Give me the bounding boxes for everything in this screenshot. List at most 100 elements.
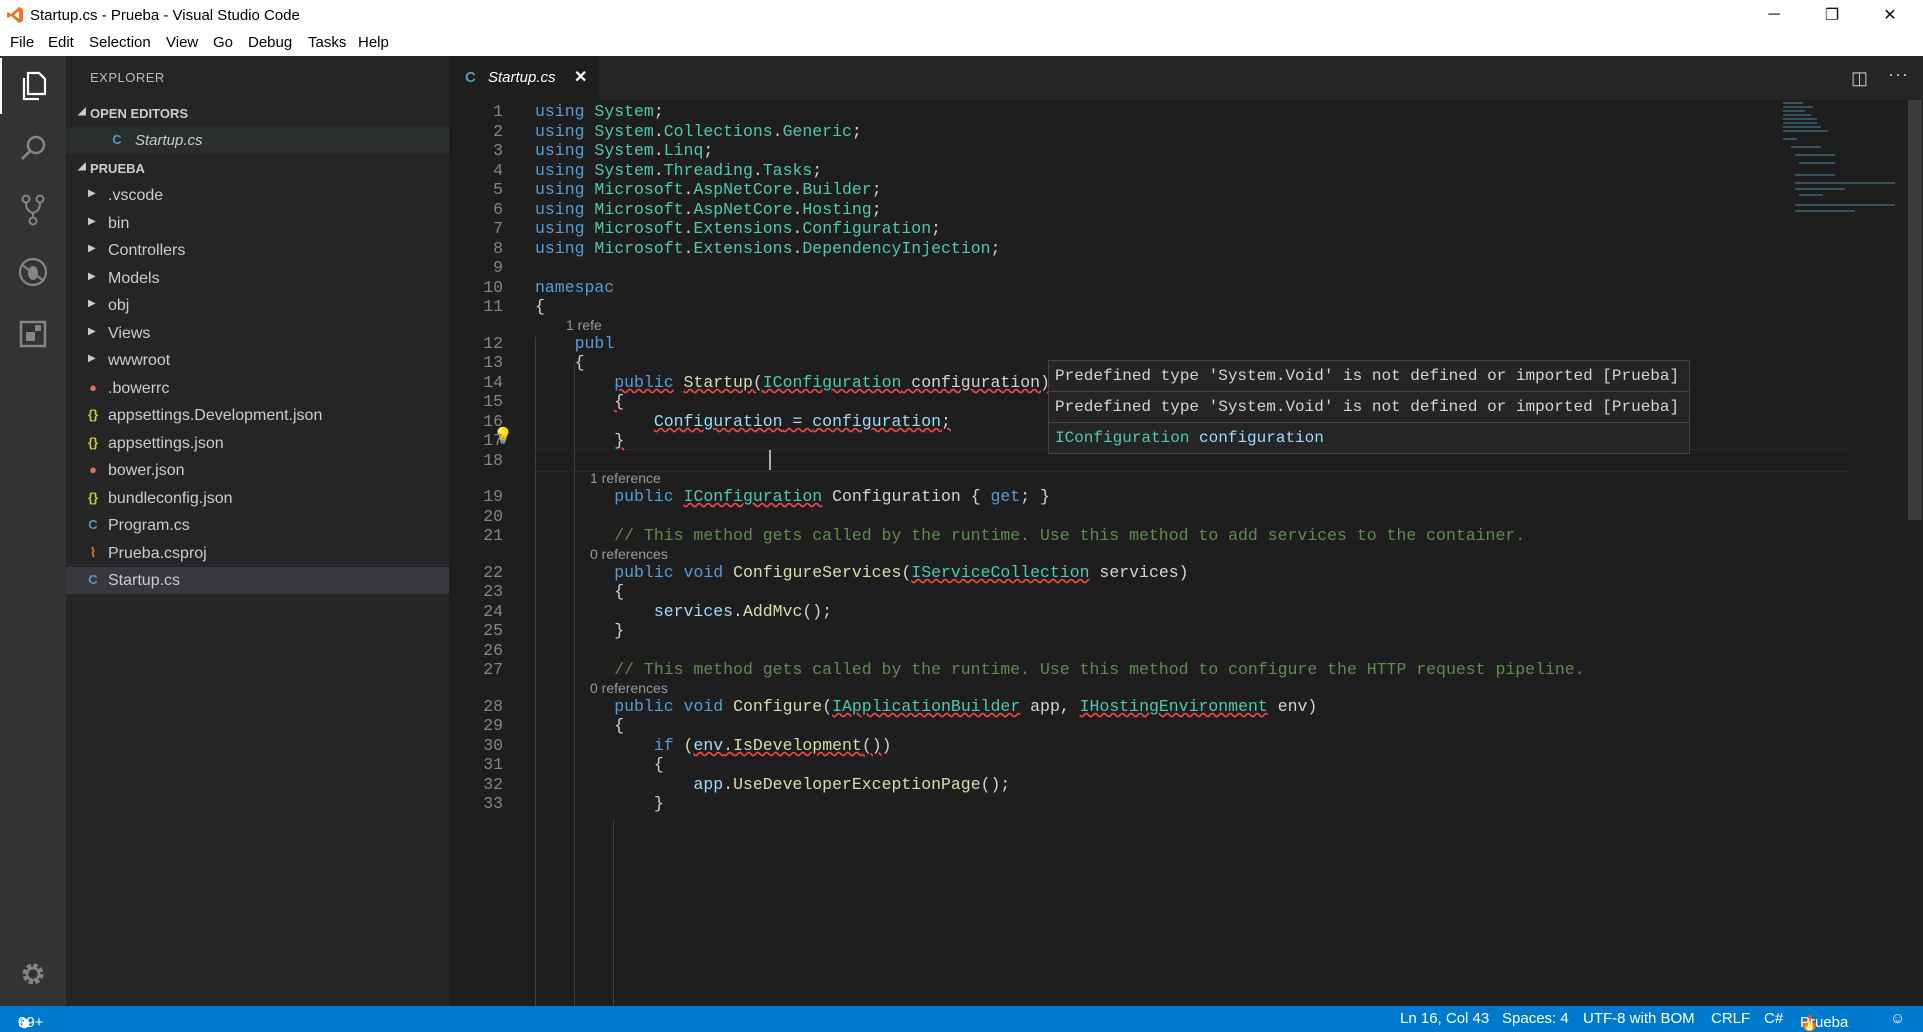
menu-tasks[interactable]: Tasks bbox=[308, 34, 346, 51]
line-number: 22 bbox=[483, 563, 503, 582]
tab-startup-cs[interactable]: C Startup.cs ✕ bbox=[449, 56, 599, 100]
line-number: 17 bbox=[483, 431, 503, 450]
file-name: appsettings.json bbox=[108, 435, 224, 452]
line-number: 1 bbox=[493, 102, 503, 121]
file-item[interactable]: C Program.cs bbox=[66, 512, 449, 539]
menu-selection[interactable]: Selection bbox=[89, 34, 151, 51]
debug-activity-button[interactable] bbox=[0, 244, 66, 300]
folder-item[interactable]: ▶ wwwroot bbox=[66, 347, 449, 374]
window-title: Startup.cs - Prueba - Visual Studio Code bbox=[30, 7, 300, 24]
line-number: 6 bbox=[493, 200, 503, 219]
split-editor-icon[interactable]: ◫ bbox=[1851, 68, 1868, 89]
codelens-references[interactable]: 0 references bbox=[590, 680, 668, 696]
code-line: { bbox=[535, 353, 585, 372]
folder-item[interactable]: ▶ Views bbox=[66, 320, 449, 347]
code-line: if (env.IsDevelopment()) bbox=[653, 736, 892, 755]
folder-item[interactable]: ▶ .vscode bbox=[66, 182, 449, 209]
editor-area: C Startup.cs ✕ ◫ ··· 💡 1 using System; 2 us… bbox=[449, 56, 1923, 1006]
open-editor-name: Startup.cs bbox=[135, 132, 203, 149]
hover-tooltip: Predefined type 'System.Void' is not def… bbox=[1048, 360, 1690, 454]
line-number: 27 bbox=[483, 660, 503, 679]
open-editor-item[interactable]: C Startup.cs bbox=[66, 127, 449, 154]
manage-activity-button[interactable] bbox=[0, 946, 66, 1002]
code-line: Configuration = configuration; bbox=[653, 412, 951, 431]
file-item[interactable]: {} appsettings.Development.json bbox=[66, 402, 449, 429]
folder-item[interactable]: ▶ Models bbox=[66, 265, 449, 292]
menu-edit[interactable]: Edit bbox=[48, 34, 74, 51]
bower-icon: ● bbox=[89, 462, 97, 477]
menu-view[interactable]: View bbox=[166, 34, 198, 51]
folder-name: bin bbox=[108, 215, 130, 232]
feedback-smiley-icon[interactable]: ☺ bbox=[1890, 1010, 1905, 1027]
file-item[interactable]: ● .bowerrc bbox=[66, 375, 449, 402]
eol-setting[interactable]: CRLF bbox=[1711, 1010, 1750, 1027]
language-mode[interactable]: C# bbox=[1764, 1010, 1783, 1027]
line-number: 8 bbox=[493, 239, 503, 258]
line-number: 3 bbox=[493, 141, 503, 160]
open-editors-section[interactable]: ◢ OPEN EDITORS bbox=[66, 100, 449, 126]
folder-item[interactable]: ▶ obj bbox=[66, 292, 449, 319]
line-number: 26 bbox=[483, 641, 503, 660]
open-editors-label: OPEN EDITORS bbox=[90, 106, 189, 121]
folder-name: wwwroot bbox=[108, 352, 171, 369]
menu-go[interactable]: Go bbox=[213, 34, 233, 51]
vertical-scrollbar[interactable] bbox=[1908, 100, 1922, 520]
menu-debug[interactable]: Debug bbox=[248, 34, 292, 51]
code-line: services.AddMvc(); bbox=[653, 602, 833, 621]
menu-file[interactable]: File bbox=[10, 34, 34, 51]
codelens-references[interactable]: 0 references bbox=[590, 546, 668, 562]
restore-button[interactable]: ❐ bbox=[1803, 0, 1861, 30]
source-control-activity-button[interactable] bbox=[0, 182, 66, 238]
search-activity-button[interactable] bbox=[0, 120, 66, 176]
close-window-button[interactable]: ✕ bbox=[1861, 0, 1919, 30]
file-item[interactable]: ● bower.json bbox=[66, 457, 449, 484]
explorer-activity-button[interactable] bbox=[0, 58, 66, 114]
line-number: 12 bbox=[483, 334, 503, 353]
codelens-references[interactable]: 1 refe bbox=[566, 317, 602, 333]
indentation-setting[interactable]: Spaces: 4 bbox=[1502, 1010, 1569, 1027]
codelens-references[interactable]: 1 reference bbox=[590, 470, 661, 486]
collapse-triangle-icon: ◢ bbox=[78, 106, 86, 117]
code-line: public void Configure(IApplicationBuilde… bbox=[614, 697, 1318, 716]
status-bar: ⊗ 99+ ▲ 0 Ln 16, Col 43 Spaces: 4 UTF-8 … bbox=[0, 1006, 1923, 1032]
encoding-setting[interactable]: UTF-8 with BOM bbox=[1583, 1010, 1695, 1027]
folder-item[interactable]: ▶ Controllers bbox=[66, 237, 449, 264]
file-item[interactable]: {} appsettings.json bbox=[66, 430, 449, 457]
more-actions-icon[interactable]: ··· bbox=[1888, 64, 1909, 85]
cursor-position[interactable]: Ln 16, Col 43 bbox=[1400, 1010, 1489, 1027]
menu-help[interactable]: Help bbox=[358, 34, 389, 51]
hover-signature: IConfiguration configuration bbox=[1049, 423, 1689, 453]
json-icon: {} bbox=[87, 490, 99, 505]
line-number: 31 bbox=[483, 755, 503, 774]
code-line: } bbox=[614, 431, 625, 450]
minimap-render bbox=[1783, 102, 1895, 212]
text-cursor bbox=[769, 450, 771, 470]
minimize-button[interactable]: ─ bbox=[1745, 0, 1803, 30]
code-line: publ bbox=[574, 334, 615, 353]
code-line: } bbox=[535, 621, 625, 640]
line-number: 24 bbox=[483, 602, 503, 621]
line-number: 30 bbox=[483, 736, 503, 755]
code-line: using Microsoft.AspNetCore.Hosting; bbox=[535, 200, 882, 219]
code-line: using Microsoft.AspNetCore.Builder; bbox=[535, 180, 882, 199]
folder-name: Models bbox=[108, 270, 160, 287]
file-item[interactable]: {} bundleconfig.json bbox=[66, 485, 449, 512]
file-item[interactable]: C Startup.cs bbox=[66, 567, 449, 594]
code-view[interactable]: 💡 1 using System; 2 using System.Collection… bbox=[449, 100, 1923, 1006]
folder-name: .vscode bbox=[108, 187, 164, 204]
collapse-triangle-icon: ◢ bbox=[78, 161, 86, 172]
code-line: { bbox=[535, 297, 545, 316]
folder-item[interactable]: ▶ bin bbox=[66, 210, 449, 237]
code-line: using System; bbox=[535, 102, 664, 121]
code-line: // This method gets called by the runtim… bbox=[614, 660, 1585, 679]
close-tab-icon[interactable]: ✕ bbox=[574, 67, 587, 87]
extensions-activity-button[interactable] bbox=[0, 306, 66, 362]
project-section[interactable]: ◢ PRUEBA bbox=[66, 155, 449, 181]
chevron-right-icon: ▶ bbox=[88, 271, 96, 282]
search-icon bbox=[20, 135, 46, 161]
line-number: 29 bbox=[483, 716, 503, 735]
csharp-icon: C bbox=[112, 132, 122, 147]
gear-icon bbox=[22, 963, 44, 985]
file-item[interactable]: ⌇ Prueba.csproj bbox=[66, 540, 449, 567]
minimap[interactable] bbox=[1781, 100, 1909, 220]
